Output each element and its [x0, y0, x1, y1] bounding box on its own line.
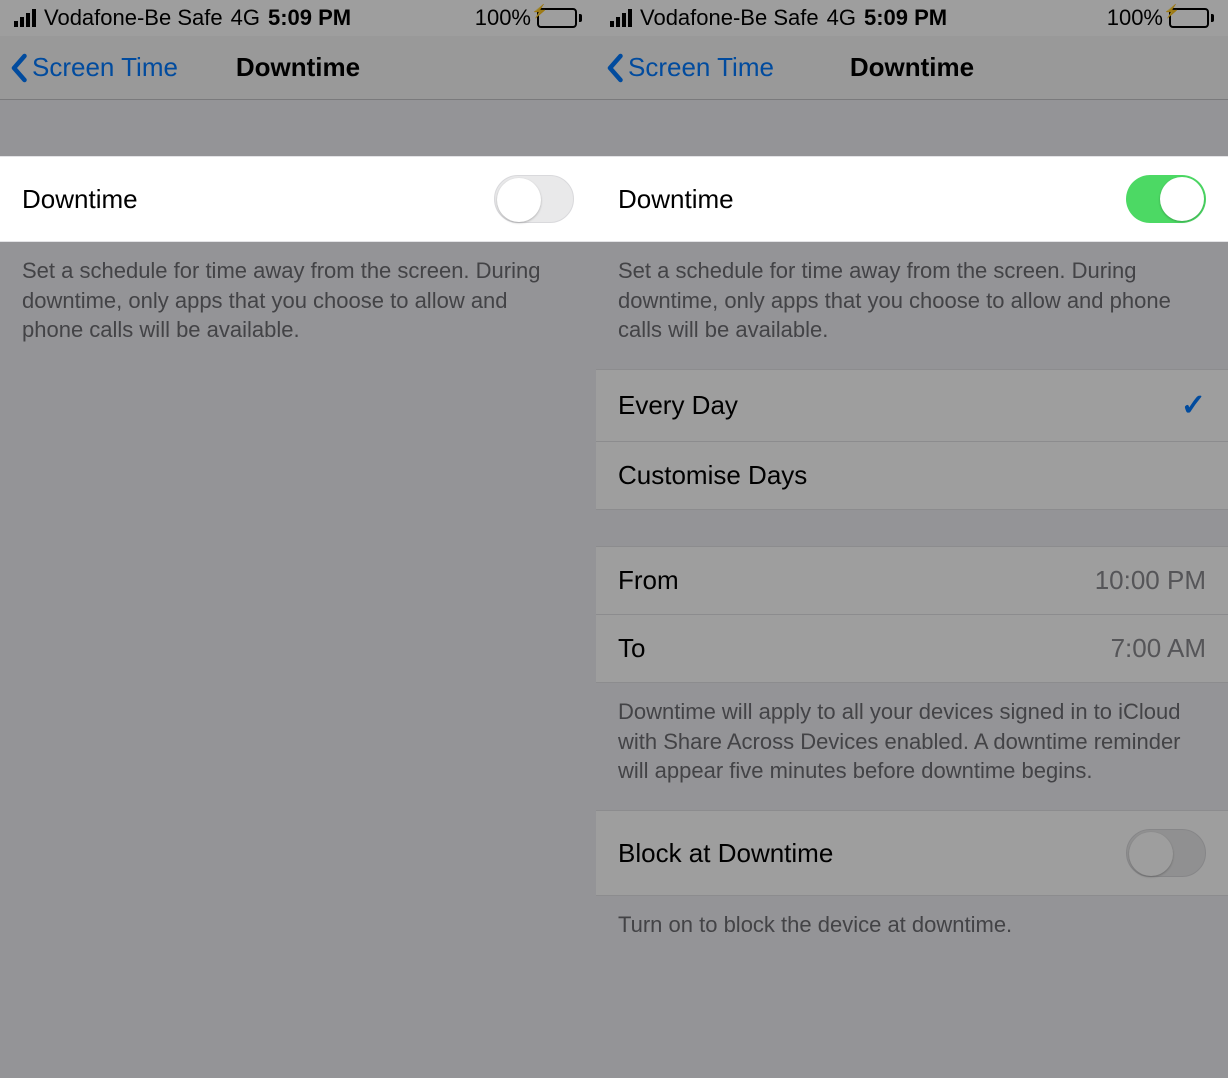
page-title: Downtime: [236, 52, 360, 83]
block-description: Turn on to block the device at downtime.: [596, 896, 1228, 964]
battery-icon: ⚡: [537, 8, 582, 28]
block-switch[interactable]: [1126, 829, 1206, 877]
downtime-toggle-row[interactable]: Downtime: [596, 156, 1228, 242]
downtime-switch[interactable]: [494, 175, 574, 223]
block-at-downtime-label: Block at Downtime: [618, 838, 833, 869]
every-day-row[interactable]: Every Day ✓: [596, 369, 1228, 442]
battery-pct: 100%: [1107, 5, 1163, 31]
page-title: Downtime: [850, 52, 974, 83]
battery-pct: 100%: [475, 5, 531, 31]
downtime-description: Set a schedule for time away from the sc…: [596, 242, 1228, 369]
downtime-toggle-label: Downtime: [618, 184, 734, 215]
downtime-switch[interactable]: [1126, 175, 1206, 223]
carrier-label: Vodafone-Be Safe: [640, 5, 819, 31]
battery-icon: ⚡: [1169, 8, 1214, 28]
status-bar: Vodafone-Be Safe 4G 5:09 PM 100% ⚡: [596, 0, 1228, 36]
downtime-description: Set a schedule for time away from the sc…: [0, 242, 596, 369]
carrier-label: Vodafone-Be Safe: [44, 5, 223, 31]
signal-icon: [610, 9, 632, 27]
customise-days-row[interactable]: Customise Days: [596, 442, 1228, 510]
from-value: 10:00 PM: [1095, 565, 1206, 596]
chevron-left-icon: [10, 53, 30, 83]
network-label: 4G: [827, 5, 856, 31]
every-day-label: Every Day: [618, 390, 738, 421]
downtime-toggle-label: Downtime: [22, 184, 138, 215]
network-label: 4G: [231, 5, 260, 31]
customise-days-label: Customise Days: [618, 460, 807, 491]
to-value: 7:00 AM: [1111, 633, 1206, 664]
chevron-left-icon: [606, 53, 626, 83]
signal-icon: [14, 9, 36, 27]
back-button[interactable]: Screen Time: [606, 52, 774, 83]
from-label: From: [618, 565, 679, 596]
schedule-description: Downtime will apply to all your devices …: [596, 683, 1228, 810]
nav-bar: Screen Time Downtime: [0, 36, 596, 100]
nav-bar: Screen Time Downtime: [596, 36, 1228, 100]
from-row[interactable]: From 10:00 PM: [596, 546, 1228, 615]
downtime-toggle-row[interactable]: Downtime: [0, 156, 596, 242]
status-bar: Vodafone-Be Safe 4G 5:09 PM 100% ⚡: [0, 0, 596, 36]
clock-label: 5:09 PM: [864, 5, 947, 31]
checkmark-icon: ✓: [1181, 388, 1206, 423]
to-label: To: [618, 633, 645, 664]
back-label: Screen Time: [628, 52, 774, 83]
back-button[interactable]: Screen Time: [10, 52, 178, 83]
to-row[interactable]: To 7:00 AM: [596, 615, 1228, 683]
back-label: Screen Time: [32, 52, 178, 83]
block-at-downtime-row[interactable]: Block at Downtime: [596, 810, 1228, 896]
clock-label: 5:09 PM: [268, 5, 351, 31]
